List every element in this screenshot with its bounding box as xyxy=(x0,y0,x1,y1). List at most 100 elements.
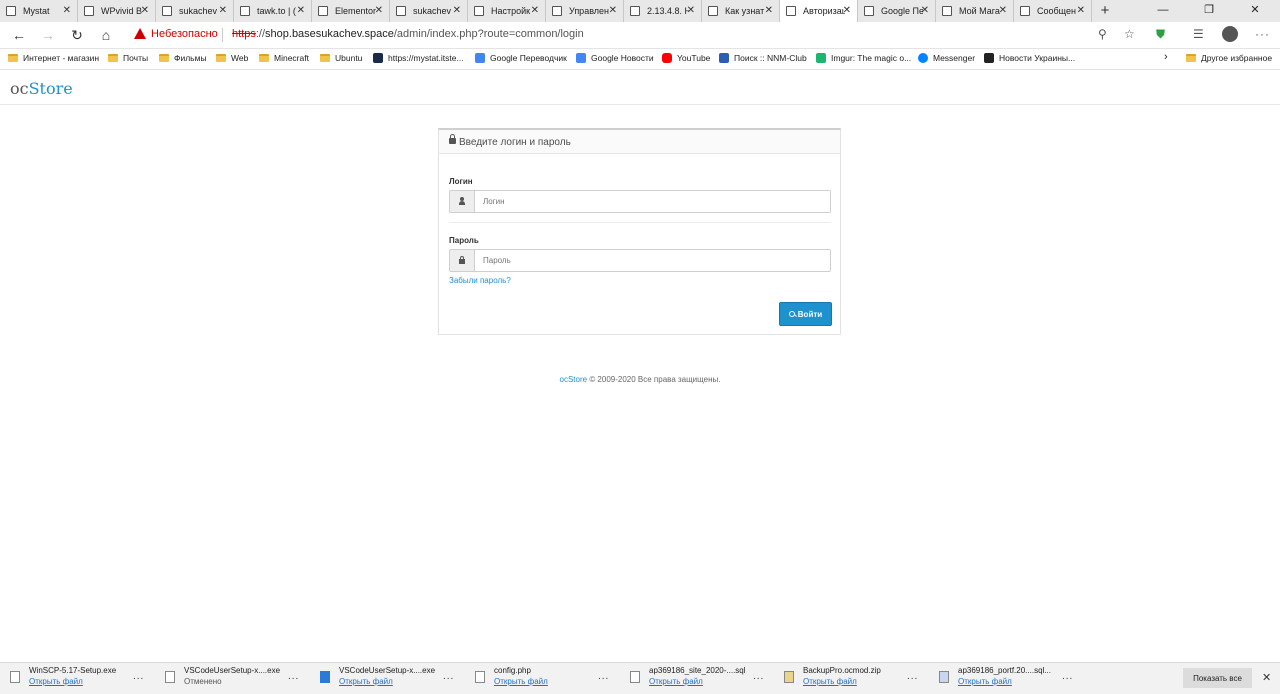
browser-tab-active[interactable]: Авторизац ✕ xyxy=(780,0,858,22)
bookmark-item[interactable]: YouTube xyxy=(662,53,710,63)
browser-tab[interactable]: Управлен ✕ xyxy=(546,0,624,22)
username-label: Логин xyxy=(449,177,473,186)
download-item[interactable]: BackupPro.ocmod.zip Открыть файл ... xyxy=(774,663,929,694)
download-item[interactable]: ap369186_site_2020-....sql Открыть файл … xyxy=(620,663,775,694)
tab-close-icon[interactable]: ✕ xyxy=(63,5,71,16)
home-button[interactable]: ⌂ xyxy=(97,26,115,44)
browser-tab[interactable]: Elementor ✕ xyxy=(312,0,390,22)
download-item[interactable]: ap369186_portf.20....sql... Открыть файл… xyxy=(929,663,1084,694)
tab-close-icon[interactable]: ✕ xyxy=(219,5,227,16)
more-icon[interactable]: ... xyxy=(288,671,299,682)
back-button[interactable]: ← xyxy=(10,26,28,44)
open-file-link[interactable]: Открыть файл xyxy=(649,677,703,686)
tab-close-icon[interactable]: ✕ xyxy=(765,5,773,16)
download-filename: BackupPro.ocmod.zip xyxy=(803,666,881,675)
favorite-star-icon[interactable]: ☆ xyxy=(1124,27,1135,41)
warning-icon[interactable] xyxy=(134,28,146,39)
shield-icon[interactable]: ⛊ xyxy=(1156,27,1165,42)
bookmark-folder[interactable]: Minecraft xyxy=(259,53,309,63)
reload-button[interactable]: ↻ xyxy=(68,26,86,44)
tab-close-icon[interactable]: ✕ xyxy=(921,5,929,16)
browser-tab[interactable]: sukachev ✕ xyxy=(390,0,468,22)
bookmark-item[interactable]: Новости Украины... xyxy=(984,53,1075,63)
more-menu-icon[interactable]: ··· xyxy=(1255,27,1270,41)
favorites-list-icon[interactable]: ☰ xyxy=(1193,27,1204,41)
tab-close-icon[interactable]: ✕ xyxy=(531,5,539,16)
open-file-link[interactable]: Открыть файл xyxy=(494,677,548,686)
new-tab-button[interactable]: + xyxy=(1092,0,1118,22)
chevron-right-icon[interactable]: › xyxy=(1164,51,1168,63)
bookmark-item[interactable]: https://mystat.itste... xyxy=(373,53,464,63)
avatar[interactable] xyxy=(1222,26,1238,42)
bookmarks-bar: Интернет - магазин Почты Фильмы Web Mine… xyxy=(0,49,1280,70)
tab-close-icon[interactable]: ✕ xyxy=(609,5,617,16)
show-all-downloads-button[interactable]: Показать все xyxy=(1183,668,1252,688)
forgot-password-link[interactable]: Забыли пароль? xyxy=(449,276,511,285)
password-input[interactable] xyxy=(475,250,830,271)
bookmark-item[interactable]: Messenger xyxy=(918,53,975,63)
footer-link[interactable]: ocStore xyxy=(560,375,588,384)
more-icon[interactable]: ... xyxy=(598,671,609,682)
browser-tab[interactable]: Mystat ✕ xyxy=(0,0,78,22)
download-item[interactable]: VSCodeUserSetup-x....exe Открыть файл ..… xyxy=(310,663,465,694)
tab-close-icon[interactable]: ✕ xyxy=(687,5,695,16)
more-icon[interactable]: ... xyxy=(1062,671,1073,682)
tab-close-icon[interactable]: ✕ xyxy=(141,5,149,16)
bookmark-item[interactable]: Поиск :: NNM-Club xyxy=(719,53,807,63)
download-item[interactable]: VSCodeUserSetup-x....exe Отменено ... xyxy=(155,663,310,694)
zoom-icon[interactable]: ⚲ xyxy=(1098,27,1107,41)
bookmark-folder[interactable]: Фильмы xyxy=(159,53,207,63)
ocstore-logo[interactable]: ocStore xyxy=(10,79,73,98)
tab-close-icon[interactable]: ✕ xyxy=(843,5,851,16)
browser-tab[interactable]: Google Пе ✕ xyxy=(858,0,936,22)
download-item[interactable]: config.php Открыть файл ... xyxy=(465,663,620,694)
bookmark-item[interactable]: Imgur: The magic o... xyxy=(816,53,911,63)
minimize-button[interactable]: — xyxy=(1140,0,1186,20)
lock-icon xyxy=(450,250,475,271)
browser-tab[interactable]: Сообщен ✕ xyxy=(1014,0,1092,22)
more-icon[interactable]: ... xyxy=(907,671,918,682)
browser-tab[interactable]: sukachev ✕ xyxy=(156,0,234,22)
browser-tab[interactable]: Настройк ✕ xyxy=(468,0,546,22)
tab-title: Как узнат xyxy=(725,6,765,16)
tab-close-icon[interactable]: ✕ xyxy=(999,5,1007,16)
browser-tab[interactable]: tawk.to | (✕ xyxy=(234,0,312,22)
bookmark-folder[interactable]: Интернет - магазин xyxy=(8,53,99,63)
more-icon[interactable]: ... xyxy=(133,671,144,682)
tab-title: Google Пе xyxy=(881,6,923,16)
bookmark-folder[interactable]: Web xyxy=(216,53,248,63)
bookmark-folder[interactable]: Ubuntu xyxy=(320,53,362,63)
bookmark-folder[interactable]: Другое избранное xyxy=(1186,53,1272,63)
open-file-link[interactable]: Открыть файл xyxy=(29,677,83,686)
security-warning[interactable]: Небезопасно xyxy=(151,28,218,40)
more-icon[interactable]: ... xyxy=(753,671,764,682)
bookmark-item[interactable]: Google Переводчик xyxy=(475,53,567,63)
folder-icon xyxy=(8,54,18,62)
tab-close-icon[interactable]: ✕ xyxy=(297,5,305,16)
open-file-link[interactable]: Открыть файл xyxy=(339,677,393,686)
open-file-link[interactable]: Открыть файл xyxy=(958,677,1012,686)
bookmark-label: Imgur: The magic o... xyxy=(831,53,912,63)
tab-close-icon[interactable]: ✕ xyxy=(1077,5,1085,16)
divider xyxy=(222,28,223,42)
browser-tab[interactable]: Как узнат ✕ xyxy=(702,0,780,22)
forward-button[interactable]: → xyxy=(39,26,57,44)
bookmark-item[interactable]: Google Новости xyxy=(576,53,654,63)
tab-close-icon[interactable]: ✕ xyxy=(375,5,383,16)
bookmark-folder[interactable]: Почты xyxy=(108,53,148,63)
open-file-link[interactable]: Открыть файл xyxy=(803,677,857,686)
close-window-button[interactable]: ✕ xyxy=(1232,0,1278,20)
more-icon[interactable]: ... xyxy=(443,671,454,682)
username-input[interactable] xyxy=(475,191,830,212)
browser-tab[interactable]: WPvivid B ✕ xyxy=(78,0,156,22)
tab-close-icon[interactable]: ✕ xyxy=(453,5,461,16)
browser-tab[interactable]: Мой Мага ✕ xyxy=(936,0,1014,22)
url-field[interactable]: https://shop.basesukachev.space/admin/in… xyxy=(232,28,584,40)
download-item[interactable]: WinSCP-5.17-Setup.exe Открыть файл ... xyxy=(0,663,155,694)
panel-title: Введите логин и пароль xyxy=(459,137,571,148)
login-button[interactable]: Войти xyxy=(779,302,832,326)
close-downloads-icon[interactable]: ✕ xyxy=(1262,671,1271,684)
maximize-button[interactable]: ❐ xyxy=(1186,0,1232,20)
browser-tab[interactable]: 2.13.4.8. H ✕ xyxy=(624,0,702,22)
bookmark-label: Ubuntu xyxy=(335,53,363,63)
